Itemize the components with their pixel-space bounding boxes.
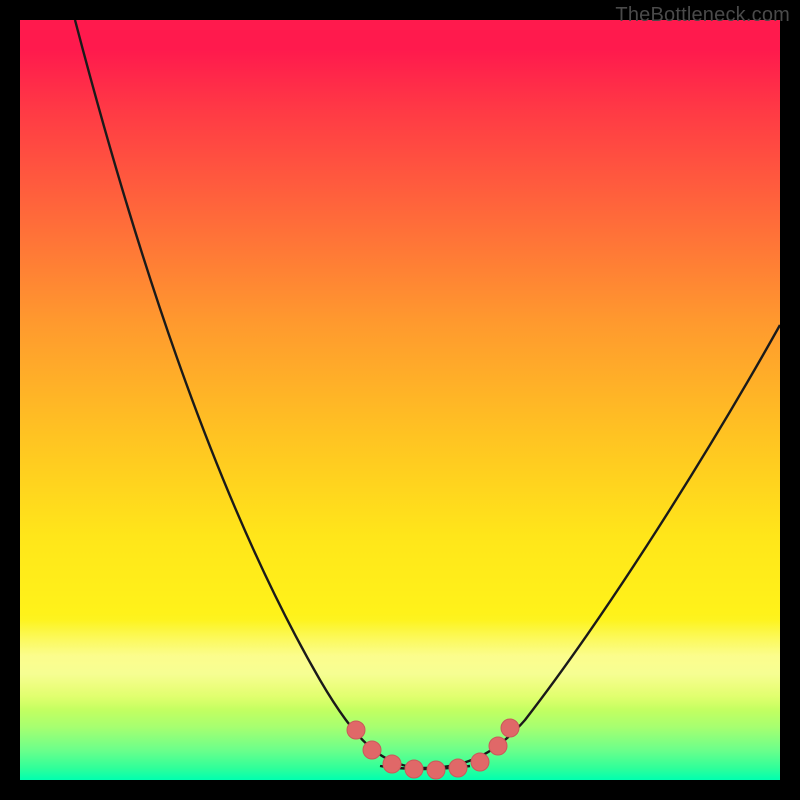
marker-dot <box>501 719 519 737</box>
chart-frame <box>20 20 780 780</box>
bottleneck-curve <box>75 20 780 768</box>
marker-dot <box>427 761 445 779</box>
watermark-text: TheBottleneck.com <box>615 4 790 27</box>
marker-dot <box>471 753 489 771</box>
marker-dot <box>363 741 381 759</box>
marker-dot <box>383 755 401 773</box>
marker-dot <box>449 759 467 777</box>
marker-dot <box>405 760 423 778</box>
marker-group <box>347 719 519 779</box>
marker-dot <box>347 721 365 739</box>
bottleneck-curve-svg <box>20 20 780 780</box>
marker-dot <box>489 737 507 755</box>
